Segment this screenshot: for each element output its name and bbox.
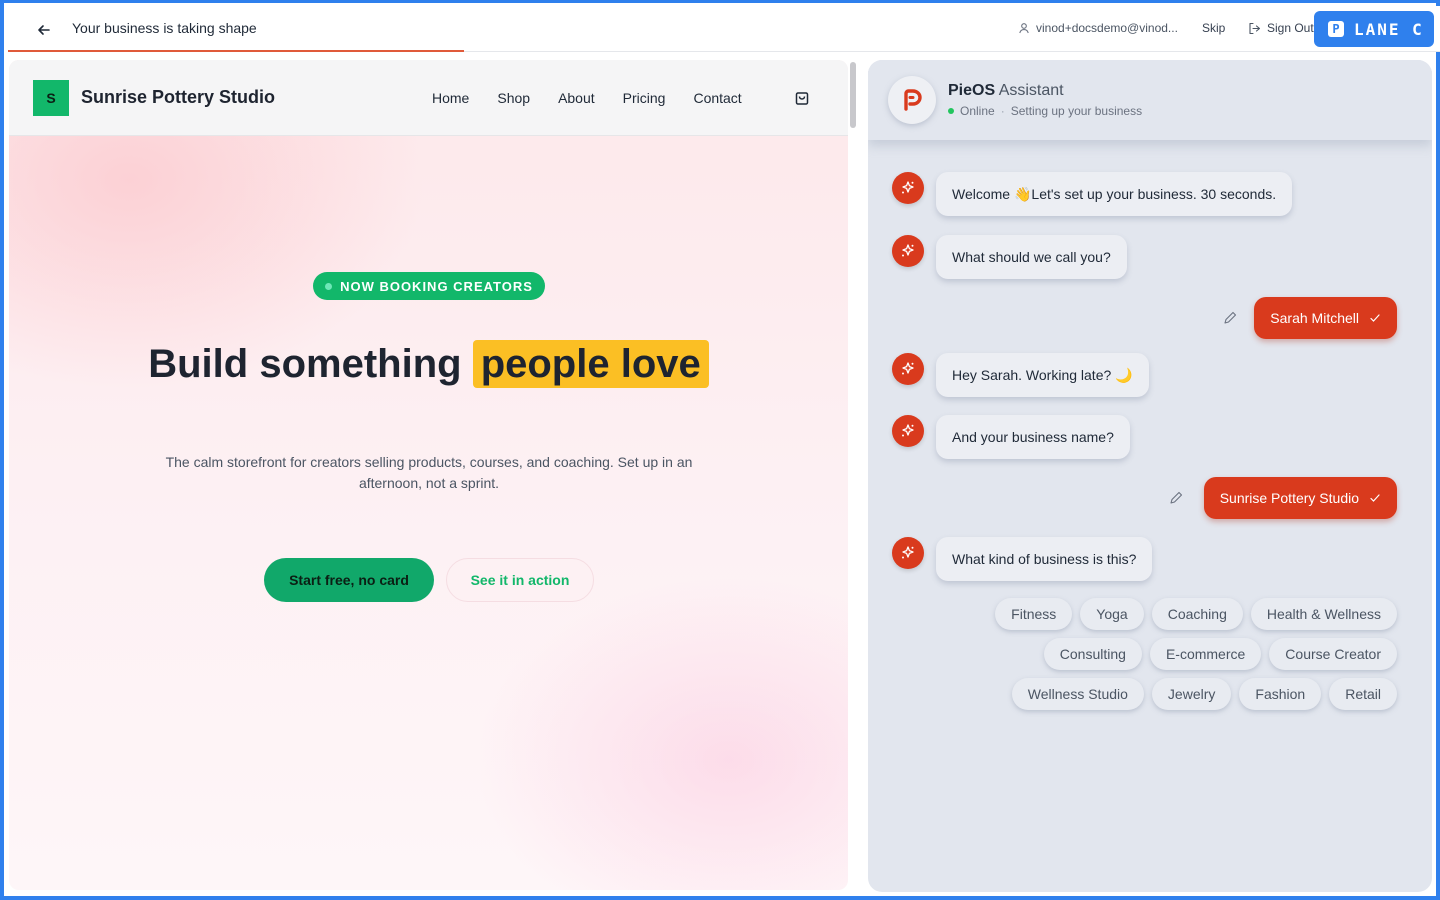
bot-avatar-icon [892,537,924,569]
status-separator: · [1000,104,1005,118]
hero-title-highlight: people love [472,340,709,388]
nav-link-shop[interactable]: Shop [497,90,530,106]
now-booking-badge: NOW BOOKING CREATORS [313,272,545,300]
nav-link-pricing[interactable]: Pricing [623,90,666,106]
sign-out-button[interactable]: Sign Out [1248,21,1314,35]
bot-message: Hey Sarah. Working late? 🌙 [936,353,1149,397]
assistant-avatar [888,76,936,124]
option-chip-fitness[interactable]: Fitness [995,598,1073,630]
website-preview: S Sunrise Pottery Studio Home Shop About… [9,60,848,890]
business-type-options: Fitness Yoga Coaching Health & Wellness … [967,598,1397,710]
chat-header: PieOS Assistant Online · Setting up your… [868,60,1432,140]
assistant-brand: PieOS [948,82,996,99]
bot-message: What should we call you? [936,235,1127,279]
user-reply-bubble[interactable]: Sarah Mitchell [1254,297,1397,339]
preview-scrollbar[interactable] [850,62,856,128]
option-chip-jewelry[interactable]: Jewelry [1151,678,1232,710]
check-icon [1370,314,1380,322]
hero-title: Build something people love [9,340,848,388]
nav-link-about[interactable]: About [558,90,595,106]
bot-message: Welcome 👋Let's set up your business. 30 … [936,172,1293,216]
assistant-name: PieOS Assistant [948,82,1064,100]
user-reply-text: Sarah Mitchell [1270,310,1359,326]
back-arrow-icon[interactable] [32,18,56,42]
assistant-label: Assistant [998,82,1064,99]
sign-out-icon [1249,22,1261,34]
nav-link-home[interactable]: Home [432,90,469,106]
badge-label: NOW BOOKING CREATORS [340,278,533,294]
option-chip-ecommerce[interactable]: E-commerce [1149,638,1262,670]
option-chip-course-creator[interactable]: Course Creator [1269,638,1397,670]
user-reply-text: Sunrise Pottery Studio [1219,490,1359,506]
see-in-action-button[interactable]: See it in action [446,558,594,602]
user-reply-bubble[interactable]: Sunrise Pottery Studio [1203,477,1397,519]
bot-message: What kind of business is this? [936,537,1153,581]
app-frame: Your business is taking shape vinod+docs… [0,0,1440,900]
user-icon [1019,23,1029,34]
hero-subtitle: The calm storefront for creators selling… [165,454,693,491]
option-chip-coaching[interactable]: Coaching [1151,598,1243,630]
pieos-logo-icon [904,89,922,111]
lane-badge-label: LANE C [1354,19,1424,39]
lane-badge-logo: P [1328,21,1344,37]
edit-pencil-icon[interactable] [1222,310,1238,326]
shopping-bag-icon[interactable] [792,88,812,108]
option-chip-retail[interactable]: Retail [1329,678,1397,710]
page-title: Your business is taking shape [72,20,257,36]
option-chip-wellness-studio[interactable]: Wellness Studio [1011,678,1144,710]
bot-avatar-icon [892,353,924,385]
site-navbar: S Sunrise Pottery Studio Home Shop About… [9,60,848,136]
online-indicator [948,108,954,114]
site-nav-links: Home Shop About Pricing Contact [432,90,742,106]
bot-message: And your business name? [936,415,1130,459]
top-bar: Your business is taking shape vinod+docs… [8,6,1440,52]
bot-avatar-icon [892,172,924,204]
edit-pencil-icon[interactable] [1168,490,1184,506]
site-logo[interactable]: S [33,80,69,116]
site-name[interactable]: Sunrise Pottery Studio [81,87,275,108]
start-free-button[interactable]: Start free, no card [264,558,434,602]
hero-title-plain: Build something [148,342,462,386]
user-account[interactable]: vinod+docsdemo@vinod... [1018,21,1178,35]
nav-link-contact[interactable]: Contact [693,90,741,106]
sign-out-label: Sign Out [1267,21,1314,35]
option-chip-yoga[interactable]: Yoga [1080,598,1144,630]
user-email-text: vinod+docsdemo@vinod... [1036,21,1178,35]
status-detail: Setting up your business [1010,104,1143,118]
assistant-chat-panel: PieOS Assistant Online · Setting up your… [868,60,1432,892]
onboarding-progress-bar [8,50,464,52]
skip-button[interactable]: Skip [1202,21,1225,35]
badge-dot [325,282,333,290]
bot-avatar-icon [892,415,924,447]
option-chip-consulting[interactable]: Consulting [1043,638,1142,670]
option-chip-health-wellness[interactable]: Health & Wellness [1250,598,1397,630]
option-chip-fashion[interactable]: Fashion [1239,678,1322,710]
bot-avatar-icon [892,235,924,267]
lane-badge: P LANE C [1314,11,1434,47]
status-text: Online [960,104,995,118]
check-icon [1370,494,1380,502]
assistant-status: Online · Setting up your business [948,104,1142,118]
